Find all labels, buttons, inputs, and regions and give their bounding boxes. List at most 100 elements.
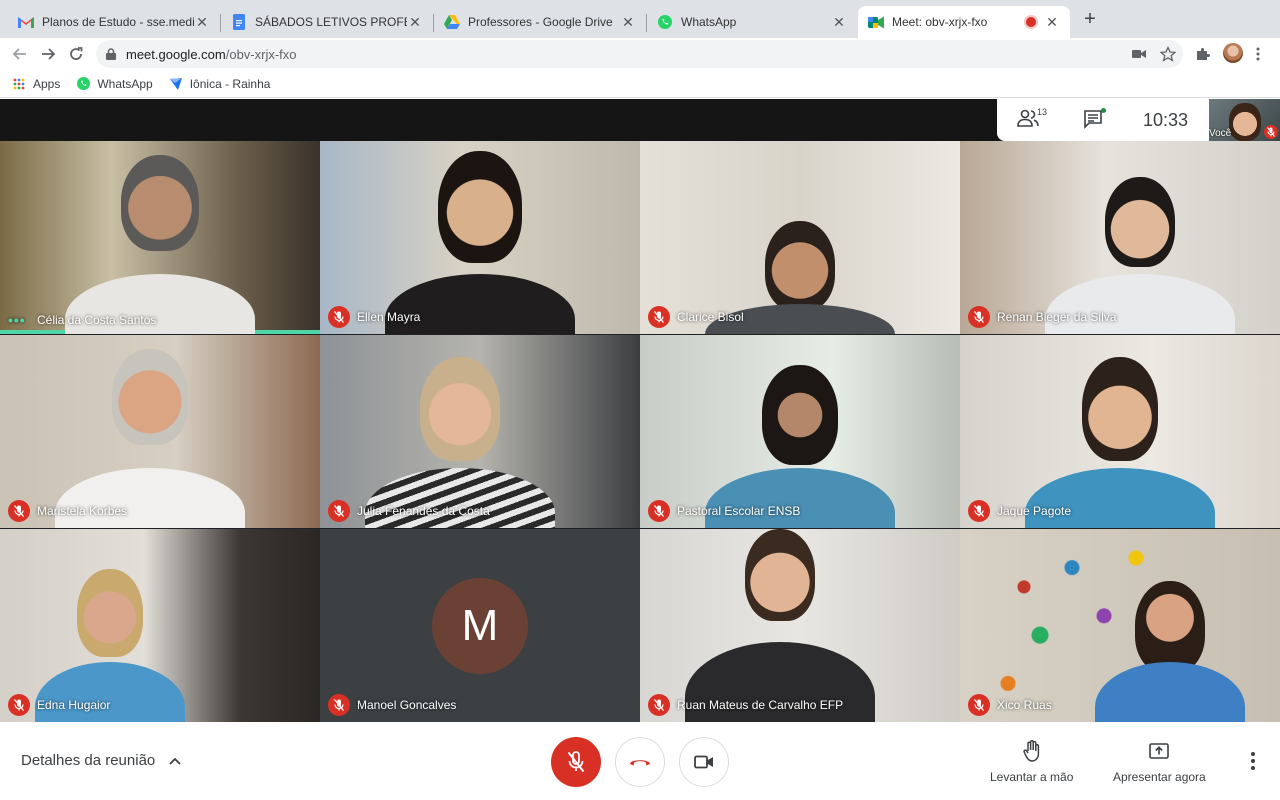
participant-tile[interactable]: Jaque Pagote — [960, 335, 1280, 528]
close-icon[interactable]: ✕ — [1044, 14, 1060, 30]
chevron-up-icon — [169, 757, 181, 765]
mic-toggle-button[interactable] — [551, 737, 601, 787]
tab-gmail[interactable]: Planos de Estudo - sse.medio@ ✕ — [8, 6, 220, 38]
participant-tile[interactable]: Maristela Korbes — [0, 335, 320, 528]
extensions-puzzle-icon[interactable] — [1193, 44, 1213, 64]
tab-docs[interactable]: SÁBADOS LETIVOS PROFESSO ✕ — [221, 6, 433, 38]
bookmark-apps[interactable]: Apps — [12, 77, 60, 91]
more-dot — [1251, 758, 1255, 763]
close-icon[interactable]: ✕ — [194, 14, 210, 30]
gmail-icon — [18, 14, 34, 30]
tab-meet[interactable]: Meet: obv-xrjx-fxo ✕ — [858, 6, 1070, 38]
back-button[interactable] — [8, 42, 32, 66]
meet-icon — [868, 14, 884, 30]
participant-label: Renan Bieger da Silva — [968, 306, 1116, 328]
browser-toolbar: meet.google.com/obv-xrjx-fxo — [0, 38, 1280, 70]
meet-stage: 13 10:33 Você ••• Célia da Costa Santos — [0, 99, 1280, 722]
bookmark-ionica[interactable]: Iônica - Rainha — [169, 76, 271, 91]
participant-label: Clarice Bisol — [648, 306, 744, 328]
participant-video — [77, 569, 143, 657]
participant-video — [1082, 357, 1158, 461]
tab-title: WhatsApp — [681, 15, 737, 29]
camera-permission-icon[interactable] — [1129, 44, 1149, 64]
participant-label: Jaque Pagote — [968, 500, 1071, 522]
hang-up-icon — [630, 760, 650, 766]
address-bar[interactable]: meet.google.com/obv-xrjx-fxo — [96, 40, 1183, 68]
mic-off-icon — [648, 306, 670, 328]
participant-name: Renan Bieger da Silva — [997, 310, 1117, 324]
participant-tile[interactable]: Ellen Mayra — [320, 141, 640, 334]
participant-tile[interactable]: Clarice Bisol — [640, 141, 960, 334]
participant-tile[interactable]: Xico Ruas — [960, 529, 1280, 722]
new-tab-button[interactable]: + — [1080, 9, 1100, 30]
participant-tile[interactable]: Julia Fenandes da Costa — [320, 335, 640, 528]
forward-button[interactable] — [36, 42, 60, 66]
tab-whatsapp[interactable]: WhatsApp ✕ — [647, 6, 857, 38]
present-screen-icon — [1149, 740, 1170, 762]
self-video — [1229, 103, 1261, 141]
reload-icon — [70, 47, 83, 60]
meet-controls-bar: Detalhes da reunião Levantar a mão Apres… — [0, 722, 1280, 800]
mic-off-icon — [328, 694, 350, 716]
self-label: Você — [1209, 128, 1232, 139]
participant-name: Xico Ruas — [997, 698, 1052, 712]
meeting-details-label: Detalhes da reunião — [21, 752, 156, 769]
participant-avatar: M — [432, 578, 528, 674]
participant-tile[interactable]: Ruan Mateus de Carvalho EFP — [640, 529, 960, 722]
participant-tile[interactable]: ••• Célia da Costa Santos — [0, 141, 320, 334]
video-camera-icon — [694, 755, 713, 769]
star-icon[interactable] — [1158, 44, 1178, 64]
participant-video — [762, 365, 838, 465]
present-now-label: Apresentar agora — [1113, 770, 1206, 784]
mic-off-icon — [968, 694, 990, 716]
bookmark-label: Iônica - Rainha — [189, 76, 271, 91]
close-icon[interactable]: ✕ — [407, 14, 423, 30]
bookmark-label: Apps — [33, 76, 61, 91]
participant-label: ••• Célia da Costa Santos — [8, 312, 156, 328]
speaking-dots-icon: ••• — [8, 312, 26, 328]
self-view-tile[interactable]: Você — [1209, 99, 1280, 141]
participant-name: Maristela Korbes — [37, 504, 128, 518]
participant-video — [765, 221, 835, 311]
people-count: 13 — [1037, 107, 1048, 117]
tab-title: Meet: obv-xrjx-fxo — [892, 15, 988, 29]
mic-off-icon — [968, 500, 990, 522]
participant-video — [420, 357, 500, 461]
people-icon[interactable] — [1017, 109, 1039, 132]
mic-off-icon — [648, 500, 670, 522]
camera-toggle-button[interactable] — [679, 737, 729, 787]
mic-off-icon — [648, 694, 670, 716]
participant-name: Jaque Pagote — [997, 504, 1072, 518]
mic-off-icon — [1264, 125, 1278, 139]
chrome-menu-icon[interactable] — [1248, 44, 1268, 64]
close-icon[interactable]: ✕ — [620, 14, 636, 30]
participant-label: Ruan Mateus de Carvalho EFP — [648, 694, 843, 716]
participant-tile[interactable]: M Manoel Goncalves — [320, 529, 640, 722]
tab-drive[interactable]: Professores - Google Drive ✕ — [434, 6, 646, 38]
participant-label: Maristela Korbes — [8, 500, 127, 522]
leave-call-button[interactable] — [615, 737, 665, 787]
raise-hand-button[interactable]: Levantar a mão — [990, 740, 1073, 784]
more-options-button[interactable] — [1244, 750, 1262, 772]
present-now-button[interactable]: Apresentar agora — [1113, 740, 1206, 784]
participant-tile[interactable]: Renan Bieger da Silva — [960, 141, 1280, 334]
participant-label: Xico Ruas — [968, 694, 1052, 716]
mic-off-icon — [328, 306, 350, 328]
participant-video — [438, 151, 522, 263]
whatsapp-icon — [76, 77, 90, 91]
participant-tile[interactable]: Edna Hugaior — [0, 529, 320, 722]
raise-hand-icon — [1023, 740, 1041, 762]
participant-video — [112, 349, 188, 445]
raise-hand-label: Levantar a mão — [990, 770, 1074, 784]
bookmark-arrow-icon — [169, 77, 183, 91]
chat-icon[interactable] — [1083, 109, 1103, 134]
reload-button[interactable] — [64, 42, 88, 66]
participant-label: Pastoral Escolar ENSB — [648, 500, 800, 522]
bookmark-whatsapp[interactable]: WhatsApp — [76, 77, 153, 91]
whatsapp-icon — [657, 14, 673, 30]
participant-tile[interactable]: Pastoral Escolar ENSB — [640, 335, 960, 528]
back-arrow-icon — [12, 48, 26, 60]
close-icon[interactable]: ✕ — [831, 14, 847, 30]
profile-avatar[interactable] — [1223, 43, 1243, 63]
meeting-details-button[interactable]: Detalhes da reunião — [21, 752, 181, 769]
